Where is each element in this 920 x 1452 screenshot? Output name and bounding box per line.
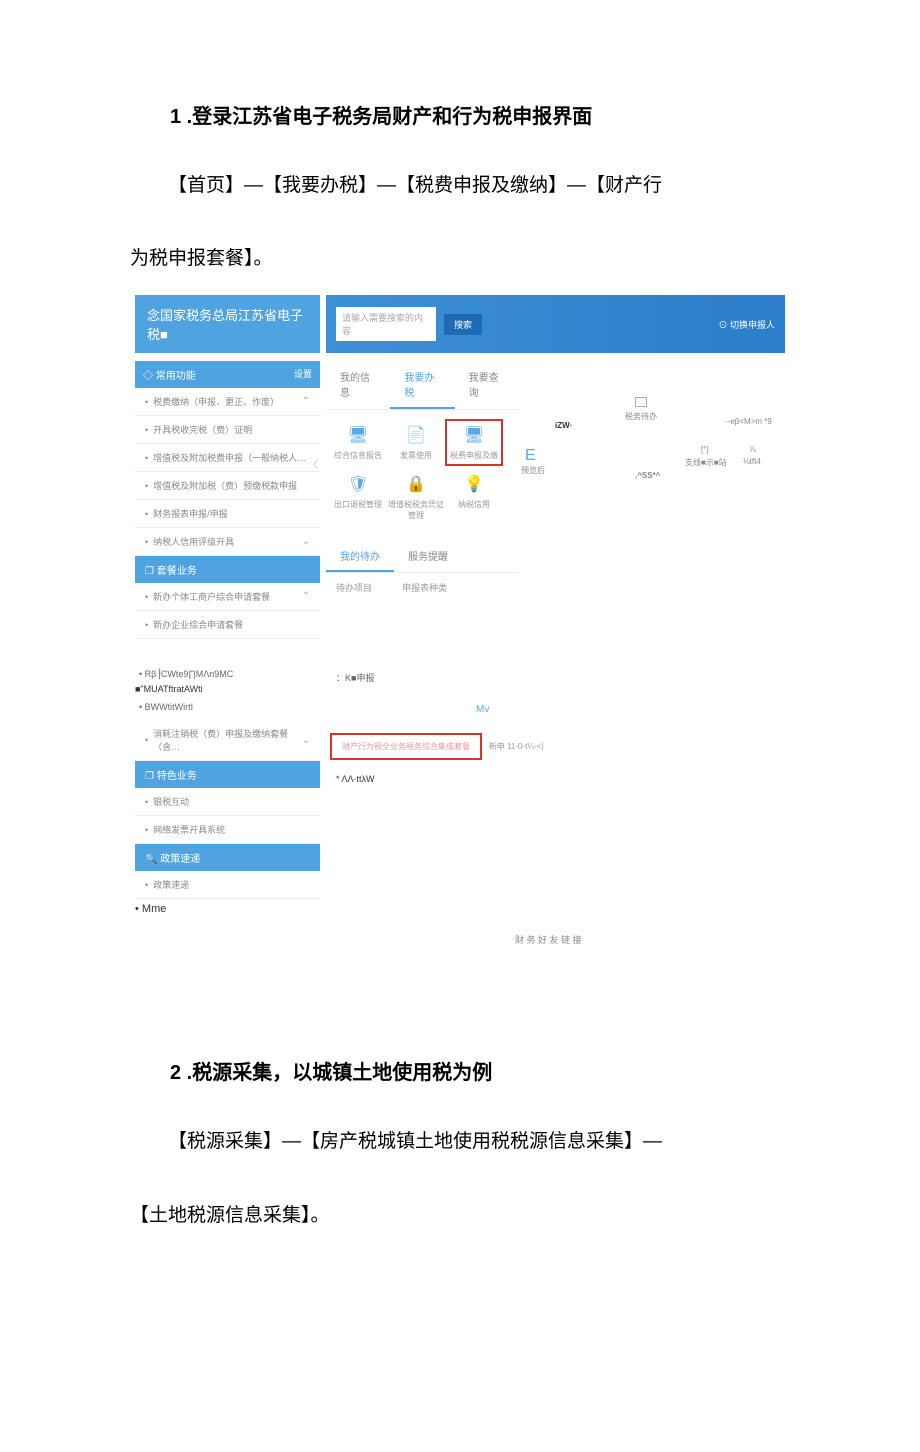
sub-row: 待办项目 申报表种类	[326, 573, 519, 602]
section2-instruction-line1: 【税源采集】—【房产税城镇土地使用税税源信息采集】—	[130, 1115, 790, 1168]
section2-heading: 2 .税源采集，以城镇土地使用税为例	[170, 1056, 920, 1085]
icon-label: 出口退税管理	[330, 499, 386, 510]
sub-tabs: 我的待办 服务提醒	[326, 541, 519, 573]
scatter-box-label: 税务待办	[625, 411, 657, 422]
screenshot-region-1: 念国家税务总局江苏省电子税■ 请输入需要搜索的内容 搜索 ⊙ 切换申报人 ◇ 常…	[135, 295, 785, 946]
col-report-type: 申报表种类	[402, 581, 447, 594]
icon-cell-tax-declare[interactable]: 🖥 税费申报及缴	[446, 420, 502, 465]
document-icon: 📄	[403, 424, 429, 446]
section2-instruction-line2: 【土地税源信息采集】。	[130, 1189, 790, 1242]
sidebar-item[interactable]: 财务报表申报/申报	[135, 500, 320, 528]
friendly-links-label: 财 务 好 友 链 接	[515, 933, 785, 946]
foot-line: * ΛΛ·ttλW	[336, 774, 785, 784]
chevron-left-icon[interactable]: ‹	[312, 450, 319, 476]
checkbox-icon[interactable]	[635, 397, 647, 407]
sidebar-section-special: ❐ 特色业务	[135, 761, 320, 788]
right-scatter: iZW· 税务待办 --eβ<M>m *9 E 预览后 ,^SS*^ [°] 支…	[525, 361, 785, 639]
sidebar-item[interactable]: 消耗注销税（费）申报及缴纳套餐（含…	[135, 720, 320, 761]
main-panel: 我的信息 我要办税 我要查询 ‹ 🖥 综合信息报告 📄 发票使用 🖥 税费申报及…	[326, 361, 519, 639]
bulb-icon: 💡	[461, 473, 487, 495]
sidebar: ◇ 常用功能 设置 税费缴纳（申报、更正、作废） 开具税收完税（费）证明 增值税…	[135, 361, 320, 639]
property-tax-package-link[interactable]: 财产行为税全业务税务综合集成套餐	[330, 733, 482, 760]
scatter-topsmall2: 支线■示■站	[685, 457, 727, 468]
scatter-E: E	[525, 447, 536, 465]
scatter-ebm: --eβ<M>m *9	[725, 417, 772, 426]
sidebar-item[interactable]: 网络发票开具系统	[135, 816, 320, 844]
mv-text: Mv	[476, 704, 785, 715]
tab-handle-tax[interactable]: 我要办税	[390, 361, 454, 409]
sidebar-header-label: ◇ 常用功能	[143, 367, 196, 382]
mme-bullet: • Mme	[135, 903, 785, 915]
sidebar-item[interactable]: 银税互动	[135, 788, 320, 816]
tab-query[interactable]: 我要查询	[455, 361, 519, 409]
lower-left-col: • Rβ⎥CWte9∏MΛn9MC ■"MUATftratAWti • BWWt…	[135, 667, 320, 899]
sidebar-section-package: ❐ 套餐业务	[135, 556, 320, 583]
scatter-tft: ⅛tft4	[743, 457, 761, 466]
scatter-izw: iZW·	[555, 421, 572, 430]
lf-bullet: • BWWtitWirtI	[135, 700, 320, 714]
banner-right: 请输入需要搜索的内容 搜索 ⊙ 切换申报人	[326, 295, 785, 353]
icon-label: 税费申报及缴	[446, 450, 502, 461]
site-title-banner: 念国家税务总局江苏省电子税■	[135, 295, 320, 353]
gear-icon[interactable]: 设置	[294, 367, 312, 382]
sidebar-section-policy: 🔍 政策速递	[135, 844, 320, 871]
lf-para: ■"MUATftratAWti	[135, 684, 320, 694]
section1-heading: 1 .登录江苏省电子税务局财产和行为税申报界面	[170, 100, 920, 129]
sidebar-item[interactable]: 政策速递	[135, 871, 320, 899]
switch-user-link[interactable]: ⊙ 切换申报人	[718, 318, 775, 331]
scatter-e-label: 预览后	[521, 465, 545, 476]
sidebar-item[interactable]: 开具税收完税（费）证明	[135, 416, 320, 444]
sidebar-item[interactable]: 税费缴纳（申报、更正、作废）	[135, 388, 320, 416]
subtab-todo[interactable]: 我的待办	[326, 541, 394, 572]
lower-right-col: ：K■申报 Mv 财产行为税全业务税务综合集成套餐 新申 11-0-t¼-<｝ …	[326, 667, 785, 899]
search-input[interactable]: 请输入需要搜索的内容	[336, 307, 436, 341]
report-icon: 🖥	[461, 424, 487, 446]
icon-cell-report[interactable]: 🖥 综合信息报告	[330, 420, 386, 465]
content-row: ◇ 常用功能 设置 税费缴纳（申报、更正、作废） 开具税收完税（费）证明 增值税…	[135, 361, 785, 639]
lf-bullet: • Rβ⎥CWte9∏MΛn9MC	[135, 667, 320, 682]
section1-instruction-line1: 【首页】—【我要办税】—【税费申报及缴纳】—【财产行	[130, 159, 790, 212]
section1-instruction-line2: 为税申报套餐】。	[130, 232, 790, 285]
sidebar-item[interactable]: 增值税及附加税费申报（一般纳税人…	[135, 444, 320, 472]
scatter-frac: ⅞	[749, 445, 756, 454]
top-banner: 念国家税务总局江苏省电子税■ 请输入需要搜索的内容 搜索 ⊙ 切换申报人	[135, 295, 785, 353]
tab-my-info[interactable]: 我的信息	[326, 361, 390, 409]
icon-label: 综合信息报告	[330, 450, 386, 461]
lower-fragment: • Rβ⎥CWte9∏MΛn9MC ■"MUATftratAWti • BWWt…	[135, 667, 785, 899]
shield-icon: 🛡	[345, 473, 371, 495]
sidebar-item[interactable]: 纳税人信用评级开具	[135, 528, 320, 556]
sidebar-header-common: ◇ 常用功能 设置	[135, 361, 320, 388]
icon-cell-invoice[interactable]: 📄 发票使用	[388, 420, 444, 465]
tiny-note: 新申 11-0-t¼-<｝	[489, 741, 550, 752]
sidebar-item[interactable]: 新办企业综合申请套餐	[135, 611, 320, 639]
icon-cell-export[interactable]: 🛡 出口退税管理	[330, 469, 386, 525]
sidebar-item[interactable]: 增值税及附加税（费）预缴税款申报	[135, 472, 320, 500]
icon-label: 增值税税务凭证管理	[388, 499, 444, 521]
icon-cell-credit[interactable]: 💡 纳税信用	[446, 469, 502, 525]
icon-label: 纳税信用	[446, 499, 502, 510]
sidebar-item[interactable]: 新办个体工商户综合申请套餐	[135, 583, 320, 611]
lock-icon: 🔒	[403, 473, 429, 495]
monitor-icon: 🖥	[345, 424, 371, 446]
col-todo-item: 待办项目	[336, 581, 372, 594]
icon-grid: ‹ 🖥 综合信息报告 📄 发票使用 🖥 税费申报及缴 🛡 出口退税管理	[326, 410, 519, 535]
icon-label: 发票使用	[388, 450, 444, 461]
search-button[interactable]: 搜索	[444, 314, 482, 335]
subtab-service-alert[interactable]: 服务提醒	[394, 541, 462, 572]
icon-cell-vat-cert[interactable]: 🔒 增值税税务凭证管理	[388, 469, 444, 525]
k-declare-label: ：K■申报	[336, 671, 785, 684]
main-tabs: 我的信息 我要办税 我要查询	[326, 361, 519, 410]
scatter-topsmall: [°]	[701, 445, 709, 454]
scatter-ss: ,^SS*^	[635, 471, 660, 480]
